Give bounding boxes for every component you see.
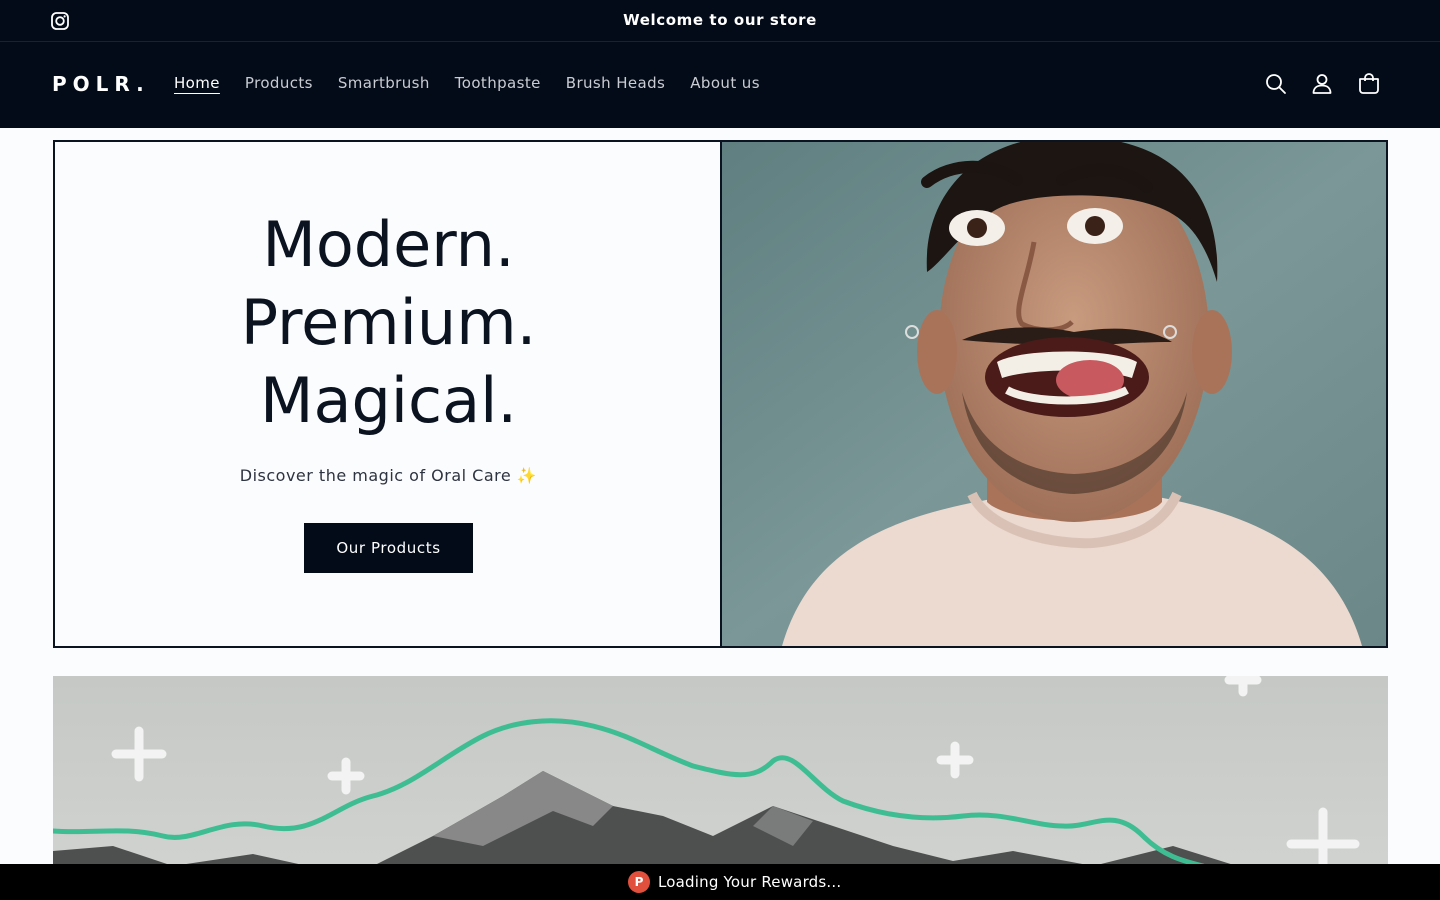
store-logo[interactable]: POLR. — [52, 72, 150, 96]
rewards-icon: P — [628, 871, 650, 893]
nav-home[interactable]: Home — [174, 74, 220, 92]
nav-toothpaste[interactable]: Toothpaste — [455, 74, 541, 92]
account-icon[interactable] — [1310, 72, 1334, 96]
man-photo-illustration — [722, 142, 1386, 646]
site-header: POLR. Home Products Smartbrush Toothpast… — [0, 42, 1440, 128]
hero-headline: Modern. Premium. Magical. — [55, 206, 722, 440]
rewards-text: Loading Your Rewards... — [658, 873, 842, 891]
announcement-bar: Welcome to our store — [0, 0, 1440, 42]
main-nav: Home Products Smartbrush Toothpaste Brus… — [174, 74, 785, 92]
nav-products[interactable]: Products — [245, 74, 313, 92]
nav-smartbrush[interactable]: Smartbrush — [338, 74, 430, 92]
headline-line: Premium. — [240, 286, 537, 359]
nav-brush-heads[interactable]: Brush Heads — [566, 74, 666, 92]
hero-text-panel: Modern. Premium. Magical. Discover the m… — [55, 142, 722, 646]
hero-subtitle: Discover the magic of Oral Care ✨ — [239, 466, 538, 485]
hero-photo — [722, 142, 1386, 646]
our-products-button[interactable]: Our Products — [304, 523, 473, 573]
hero-section: Modern. Premium. Magical. Discover the m… — [53, 140, 1388, 648]
cart-icon[interactable] — [1357, 72, 1381, 96]
nav-about-us[interactable]: About us — [690, 74, 760, 92]
announcement-text: Welcome to our store — [623, 11, 817, 29]
headline-line: Magical. — [259, 364, 518, 437]
rewards-launcher[interactable]: P Loading Your Rewards... — [628, 871, 841, 893]
search-icon[interactable] — [1264, 72, 1288, 96]
rewards-bar[interactable]: P Loading Your Rewards... — [0, 864, 1440, 900]
headline-line: Modern. — [262, 208, 515, 281]
